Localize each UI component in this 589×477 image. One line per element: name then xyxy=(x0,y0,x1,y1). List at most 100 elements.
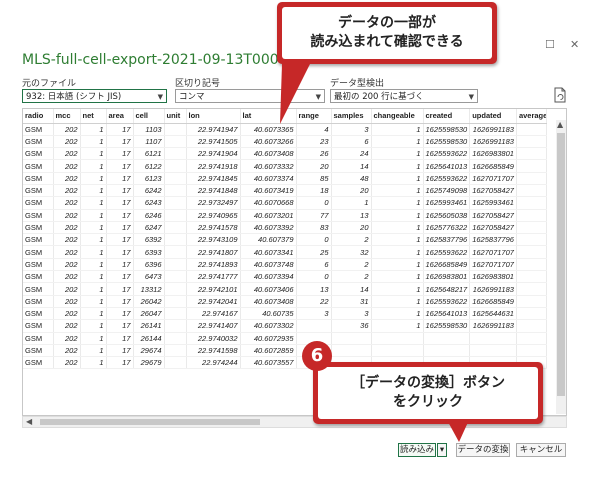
column-header[interactable]: averageSi xyxy=(516,109,547,124)
column-header[interactable]: radio xyxy=(23,109,54,124)
table-cell xyxy=(516,123,547,136)
close-button[interactable]: ✕ xyxy=(570,38,579,51)
table-cell: 2 xyxy=(331,233,372,247)
table-cell: 22.9741578 xyxy=(186,221,241,235)
table-cell: 22.9742101 xyxy=(186,282,241,296)
type-detection-label: データ型検出 xyxy=(330,79,385,89)
table-cell: 0 xyxy=(296,270,332,284)
table-cell: 1107 xyxy=(133,135,165,149)
table-cell: 17 xyxy=(106,135,134,149)
table-cell: 40.6073392 xyxy=(240,221,297,235)
table-cell: 1 xyxy=(80,344,107,358)
table-cell: GSM xyxy=(23,172,54,185)
table-cell: 1 xyxy=(371,221,424,235)
column-header[interactable]: created xyxy=(423,109,471,124)
file-refresh-icon[interactable] xyxy=(553,87,567,103)
table-cell: 40.6073748 xyxy=(240,258,297,272)
table-cell xyxy=(423,332,471,345)
table-row: GSM 202 1 17 6247 22.9741578 40.6073392 83 20 1 16… xyxy=(23,221,547,235)
table-cell: 202 xyxy=(53,123,81,136)
load-dropdown-button[interactable]: ▾ xyxy=(437,443,447,457)
column-header[interactable]: net xyxy=(80,109,107,124)
table-cell: 26144 xyxy=(133,332,165,345)
table-cell: 3 xyxy=(296,307,332,321)
table-cell: 1625598530 xyxy=(423,135,471,149)
table-cell xyxy=(164,356,187,370)
table-cell: 1626991183 xyxy=(469,135,517,149)
column-header[interactable]: cell xyxy=(133,109,165,124)
horizontal-scroll-thumb[interactable] xyxy=(40,419,260,425)
maximize-button[interactable]: ☐ xyxy=(545,38,555,51)
table-cell: 1 xyxy=(80,135,107,149)
table-row: GSM 202 1 17 26141 22.9741407 40.6073302 36 1 162… xyxy=(23,319,547,333)
scroll-up-icon[interactable]: ▲ xyxy=(557,120,563,129)
table-cell: GSM xyxy=(23,356,54,370)
table-cell: 29679 xyxy=(133,356,165,370)
transform-data-button[interactable]: データの変換 xyxy=(456,443,510,457)
scroll-left-icon[interactable]: ◀ xyxy=(26,417,32,426)
table-cell: GSM xyxy=(23,270,54,284)
table-cell xyxy=(516,295,547,308)
table-cell xyxy=(469,332,517,345)
table-cell xyxy=(331,332,372,345)
cancel-button[interactable]: キャンセル xyxy=(516,443,566,457)
table-cell: 40.6073374 xyxy=(240,172,297,185)
table-cell: GSM xyxy=(23,307,54,321)
table-cell: 1 xyxy=(371,270,424,284)
table-cell: 1625648217 xyxy=(423,282,471,296)
table-cell: 1625593622 xyxy=(423,295,471,308)
table-cell: 1626983801 xyxy=(423,270,471,284)
column-header[interactable]: updated xyxy=(469,109,517,124)
column-header[interactable]: samples xyxy=(331,109,372,124)
column-header[interactable]: lon xyxy=(186,109,241,124)
table-cell: 1626685849 xyxy=(469,295,517,308)
table-cell: 1 xyxy=(80,147,107,161)
table-cell: GSM xyxy=(23,123,54,136)
table-row: GSM 202 1 17 6121 22.9741904 40.6073408 26 24 1 16… xyxy=(23,147,547,161)
table-cell: 1 xyxy=(371,159,424,173)
table-cell xyxy=(164,295,187,308)
table-cell xyxy=(164,159,187,173)
table-cell: 1 xyxy=(371,258,424,272)
table-cell: 17 xyxy=(106,147,134,161)
table-cell: 22.9741777 xyxy=(186,270,241,284)
table-cell: 1626983801 xyxy=(469,147,517,161)
table-cell: 1625593622 xyxy=(423,172,471,185)
table-cell: GSM xyxy=(23,196,54,210)
table-cell: 1625641013 xyxy=(423,307,471,321)
table-cell xyxy=(164,147,187,161)
file-origin-select[interactable]: 932: 日本語 (シフト JIS) ▼ xyxy=(22,89,167,103)
table-cell: 40.6073201 xyxy=(240,209,297,222)
table-cell: 6122 xyxy=(133,159,165,173)
type-detection-select[interactable]: 最初の 200 行に基づく ▼ xyxy=(330,89,478,103)
table-row: GSM 202 1 17 26047 22.974167 40.60735 3 3 1 162564… xyxy=(23,307,547,321)
table-cell: 6123 xyxy=(133,172,165,185)
table-cell: 1625605038 xyxy=(423,209,471,222)
table-cell: 202 xyxy=(53,245,81,259)
table-cell: 40.6073332 xyxy=(240,159,297,173)
load-button[interactable]: 読み込み xyxy=(398,443,436,457)
column-header[interactable]: mcc xyxy=(53,109,81,124)
table-cell: 1 xyxy=(80,245,107,259)
table-cell xyxy=(164,258,187,272)
table-cell: 40.6073408 xyxy=(240,147,297,161)
table-cell: 202 xyxy=(53,332,81,345)
column-header[interactable]: changeable xyxy=(371,109,424,124)
table-row: GSM 202 1 17 1107 22.9741505 40.6073266 23 6 1 162… xyxy=(23,135,547,149)
column-header[interactable]: area xyxy=(106,109,134,124)
vertical-scroll-thumb[interactable] xyxy=(557,133,565,396)
table-cell: 202 xyxy=(53,319,81,333)
table-cell: 17 xyxy=(106,172,134,185)
table-cell: 1 xyxy=(80,159,107,173)
table-cell xyxy=(516,233,547,247)
table-cell: 202 xyxy=(53,307,81,321)
table-cell: 17 xyxy=(106,319,134,333)
column-header[interactable]: unit xyxy=(164,109,187,124)
table-cell: 17 xyxy=(106,209,134,222)
table-cell: 1 xyxy=(80,221,107,235)
table-cell: GSM xyxy=(23,332,54,345)
delimiter-label: 区切り記号 xyxy=(175,79,221,89)
table-cell: 1625993461 xyxy=(423,196,471,210)
table-cell: 2 xyxy=(331,258,372,272)
table-cell xyxy=(331,344,372,358)
